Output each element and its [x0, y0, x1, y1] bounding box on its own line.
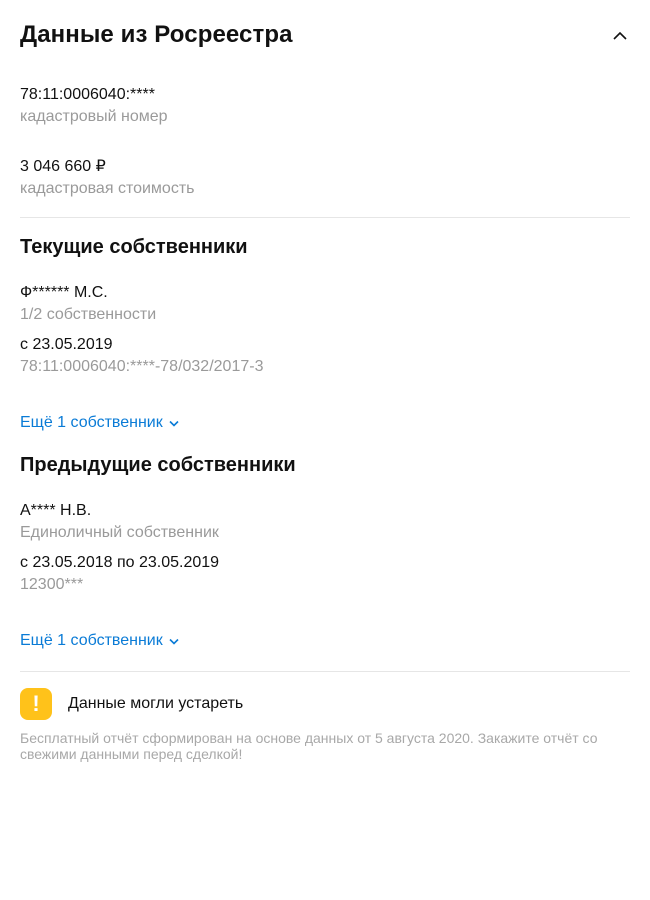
- rosreestr-panel: Данные из Росреестра 78:11:0006040:**** …: [20, 0, 630, 762]
- cadastral-cost-block: 3 046 660 ₽ кадастровая стоимость: [20, 156, 194, 200]
- previous-owner-period: с 23.05.2018 по 23.05.2019: [20, 554, 220, 571]
- warning-note: Бесплатный отчёт сформирован на основе д…: [20, 730, 598, 762]
- cadastral-cost-label: кадастровая стоимость: [20, 180, 195, 197]
- current-owners-title: Текущие собственники: [20, 236, 248, 258]
- current-owner-item: Ф****** М.С. 1/2 собственности: [20, 282, 156, 326]
- panel-title: Данные из Росреестра: [20, 21, 293, 48]
- collapse-button[interactable]: [608, 23, 632, 47]
- more-link-label: Ещё 1 собственник: [20, 632, 163, 649]
- warning-title: Данные могли устареть: [68, 695, 244, 712]
- stale-data-warning: ! Данные могли устареть: [20, 688, 243, 720]
- divider: [20, 217, 630, 218]
- current-owners-more-link[interactable]: Ещё 1 собственник: [20, 412, 179, 434]
- cadastral-number-value: 78:11:0006040:****: [20, 86, 155, 103]
- chevron-down-icon: [169, 420, 179, 427]
- current-owner-registration: с 23.05.2019 78:11:0006040:****-78/032/2…: [20, 334, 263, 378]
- current-owner-name: Ф****** М.С.: [20, 284, 108, 301]
- previous-owner-item: А**** Н.В. Единоличный собственник: [20, 500, 219, 544]
- previous-owner-name: А**** Н.В.: [20, 502, 92, 519]
- cadastral-cost-value: 3 046 660 ₽: [20, 158, 106, 175]
- current-owner-since: с 23.05.2019: [20, 336, 113, 353]
- previous-owner-share: Единоличный собственник: [20, 524, 219, 541]
- previous-owner-registration: с 23.05.2018 по 23.05.2019 12300***: [20, 552, 219, 596]
- exclamation-icon: !: [20, 688, 52, 720]
- previous-owners-more-link[interactable]: Ещё 1 собственник: [20, 630, 179, 652]
- more-link-label: Ещё 1 собственник: [20, 414, 163, 431]
- divider: [20, 671, 630, 672]
- previous-owners-title: Предыдущие собственники: [20, 454, 296, 476]
- panel-header: Данные из Росреестра: [20, 0, 630, 70]
- current-owner-record: 78:11:0006040:****-78/032/2017-3: [20, 358, 264, 375]
- chevron-down-icon: [169, 638, 179, 645]
- current-owner-share: 1/2 собственности: [20, 306, 157, 323]
- cadastral-number-block: 78:11:0006040:**** кадастровый номер: [20, 84, 168, 128]
- cadastral-number-label: кадастровый номер: [20, 108, 168, 125]
- chevron-up-icon: [613, 31, 627, 40]
- previous-owner-record: 12300***: [20, 576, 84, 593]
